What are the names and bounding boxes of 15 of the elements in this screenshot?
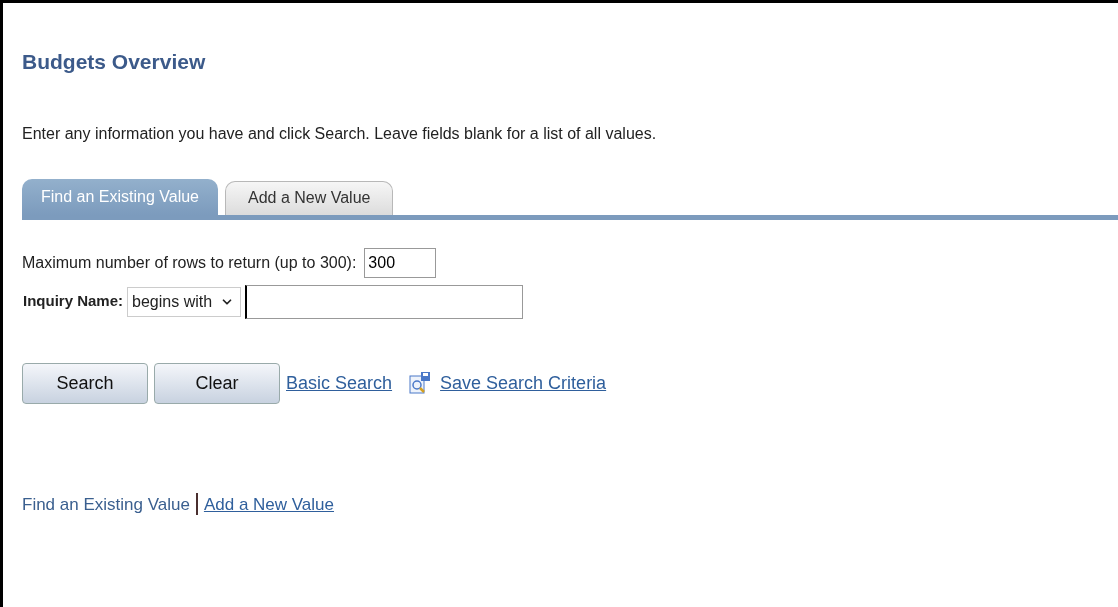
page-title: Budgets Overview (22, 49, 206, 75)
save-search-icon[interactable] (408, 371, 433, 395)
max-rows-label: Maximum number of rows to return (up to 300): (22, 252, 357, 273)
footer-link[interactable]: Add a New Value (203, 491, 334, 517)
search-link[interactable]: Basic Search (286, 369, 393, 397)
action-button[interactable]: Clear (154, 362, 280, 404)
search-link[interactable]: Save Search Criteria (440, 369, 607, 397)
inquiry-name-label: Inquiry Name: (23, 291, 124, 312)
instructions-text: Enter any information you have and click Search. Leave fields blank for a list of all values. (22, 123, 657, 144)
action-button[interactable]: Search (22, 362, 148, 404)
operator-dropdown[interactable]: begins with (127, 286, 242, 317)
max-rows-field[interactable]: 300 (364, 247, 437, 278)
footer-link[interactable]: Find an Existing Value (22, 491, 190, 517)
tab[interactable]: Add a New Value (225, 180, 394, 215)
inquiry-name-field[interactable] (245, 284, 524, 319)
